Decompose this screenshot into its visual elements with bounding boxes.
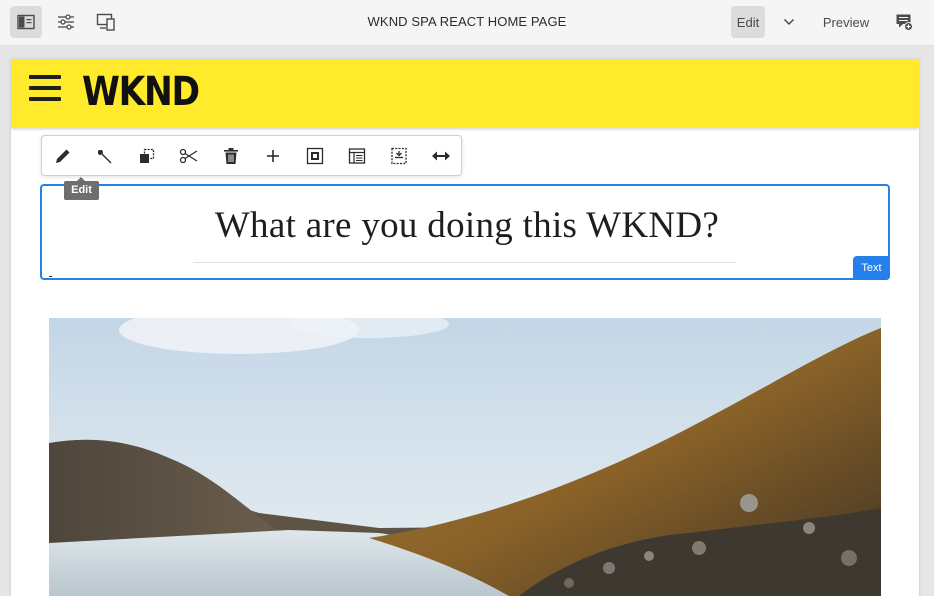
editor-topbar: WKND SPA REACT HOME PAGE Edit Preview [0,0,934,46]
site-logo[interactable]: WKND [82,69,200,115]
annotations-icon [896,14,913,31]
emulator-button[interactable] [90,6,122,38]
trash-icon [224,148,238,164]
plus-icon [267,150,279,162]
page-heading: What are you doing this WKND? [214,205,720,246]
edit-mode-label: Edit [736,14,760,30]
layout-button[interactable] [342,142,372,170]
annotations-button[interactable] [890,6,918,38]
edit-button[interactable] [48,142,78,170]
cut-button[interactable] [174,142,204,170]
mountain-lake-image [49,318,881,596]
drag-marker [49,276,52,277]
mode-dropdown-button[interactable] [777,6,801,38]
heading-underline [193,262,736,263]
resize-icon [432,151,450,161]
preview-mode-label: Preview [822,14,870,30]
chevron-down-icon [783,18,795,26]
preview-mode-button[interactable]: Preview [815,6,877,38]
pencil-icon [56,149,70,163]
component-type-badge: Text [853,256,890,280]
configure-button[interactable] [90,142,120,170]
edit-mode-button[interactable]: Edit [731,6,765,38]
delete-button[interactable] [216,142,246,170]
hamburger-menu-icon[interactable] [29,75,61,102]
site-header: WKND [11,59,919,128]
insert-component-button[interactable] [258,142,288,170]
cut-icon [179,148,198,164]
group-icon [306,147,324,165]
group-button[interactable] [300,142,330,170]
page-properties-button[interactable] [50,6,82,38]
resize-button[interactable] [426,142,456,170]
layout-icon [348,148,366,164]
edit-tooltip: Edit [64,177,99,200]
toggle-side-panel-button[interactable] [10,6,42,38]
parent-button[interactable] [384,142,414,170]
side-panel-icon [17,14,35,30]
copy-button[interactable] [132,142,162,170]
component-toolbar [41,135,462,176]
wrench-icon [98,150,112,164]
page-properties-icon [58,14,74,30]
parent-icon [391,147,407,165]
emulator-icon [96,13,115,31]
copy-icon [140,148,155,163]
